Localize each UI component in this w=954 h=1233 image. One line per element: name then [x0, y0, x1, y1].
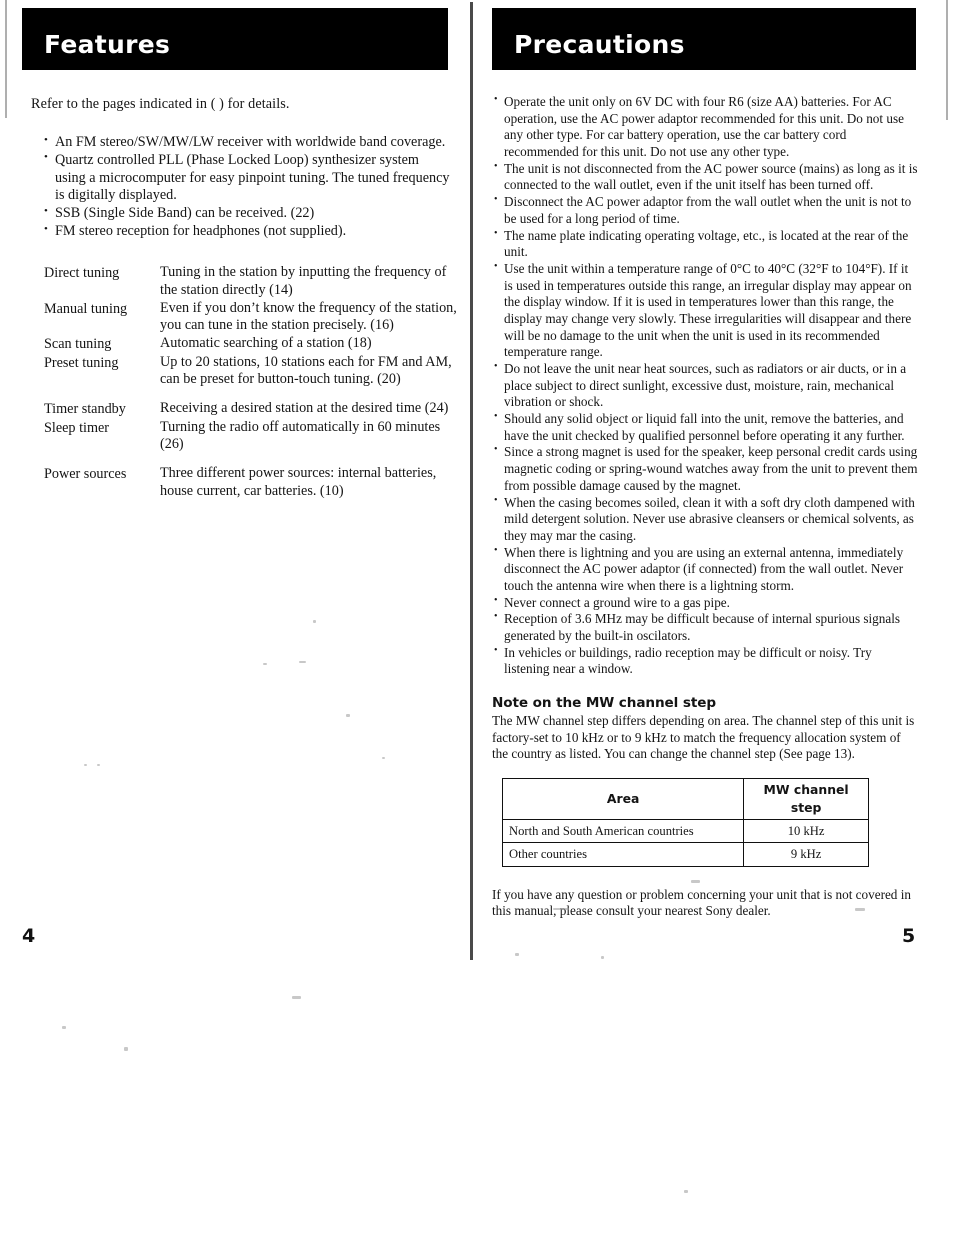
precautions-bullet-list: Operate the unit only on 6V DC with four…: [494, 94, 920, 678]
definition-term: Direct tuning: [44, 264, 120, 281]
table-row: Sleep timer Turning the radio off automa…: [44, 419, 464, 455]
scan-speck: [263, 663, 267, 665]
table-row: Manual tuning Even if you don’t know the…: [44, 300, 464, 336]
manual-page-spread: Features Refer to the pages indicated in…: [0, 0, 954, 1233]
definition-term: Sleep timer: [44, 419, 110, 436]
definition-description: Up to 20 stations, 10 stations each for …: [160, 353, 452, 388]
table-row: Timer standby Receiving a desired statio…: [44, 400, 464, 418]
definition-description: Three different power sources: internal …: [160, 465, 437, 500]
mw-channel-step-table: Area MW channel step North and South Ame…: [501, 778, 869, 867]
scan-speck: [684, 1190, 688, 1193]
list-item: Do not leave the unit near heat sources,…: [494, 361, 920, 411]
scan-speck: [382, 757, 385, 759]
definition-term: Scan tuning: [44, 336, 112, 353]
features-heading: Features: [44, 29, 171, 59]
scan-speck: [124, 1047, 128, 1051]
list-item: The name plate indicating operating volt…: [494, 228, 920, 261]
scan-speck: [346, 714, 350, 717]
cell-area: North and South American countries: [501, 819, 745, 844]
list-item: When the casing becomes soiled, clean it…: [494, 495, 920, 545]
left-page-column: Features Refer to the pages indicated in…: [22, 0, 457, 501]
scan-speck: [84, 764, 87, 766]
list-item: Never connect a ground wire to a gas pip…: [494, 595, 920, 612]
scan-speck: [292, 996, 301, 999]
right-edge-rule: [946, 0, 948, 120]
scan-speck: [313, 620, 316, 623]
table-row: Preset tuning Up to 20 stations, 10 stat…: [44, 354, 464, 390]
scan-speck: [515, 953, 519, 956]
column-header-area: Area: [501, 778, 745, 821]
cell-step: 10 kHz: [743, 819, 869, 844]
list-item: In vehicles or buildings, radio receptio…: [494, 645, 920, 678]
definition-description: Receiving a desired station at the desir…: [160, 400, 449, 417]
list-item: The unit is not disconnected from the AC…: [494, 161, 920, 194]
table-row: Direct tuning Tuning in the station by i…: [44, 264, 464, 300]
mw-channel-step-note-paragraph: The MW channel step differs depending on…: [492, 713, 915, 762]
table-row: North and South American countries 10 kH…: [501, 819, 869, 844]
features-section-bar: Features: [22, 8, 448, 70]
scan-speck: [97, 764, 100, 766]
table-row: Other countries 9 kHz: [501, 842, 869, 867]
list-item: An FM stereo/SW/MW/LW receiver with worl…: [44, 134, 452, 152]
mw-channel-step-note-heading: Note on the MW channel step: [492, 695, 717, 712]
column-header-mw-channel-step: MW channel step: [743, 778, 869, 821]
precautions-section-bar: Precautions: [492, 8, 916, 70]
table-row: Scan tuning Automatic searching of a sta…: [44, 335, 464, 353]
definition-description: Automatic searching of a station (18): [160, 335, 372, 352]
features-intro-text: Refer to the pages indicated in ( ) for …: [31, 96, 290, 112]
definition-term: Manual tuning: [44, 300, 128, 317]
scan-speck: [601, 956, 604, 959]
cell-area: Other countries: [501, 842, 745, 867]
scan-speck: [553, 908, 569, 910]
right-page-column: Precautions Operate the unit only on 6V …: [492, 0, 920, 920]
scan-speck: [855, 908, 865, 911]
list-item: Use the unit within a temperature range …: [494, 261, 920, 361]
column-divider: [470, 2, 473, 960]
list-item: Since a strong magnet is used for the sp…: [494, 444, 920, 494]
closing-paragraph: If you have any question or problem conc…: [492, 886, 911, 919]
list-item: Disconnect the AC power adaptor from the…: [494, 194, 920, 227]
list-item: Reception of 3.6 MHz may be difficult be…: [494, 611, 920, 644]
page-number-left: 4: [22, 925, 36, 947]
list-item: Should any solid object or liquid fall i…: [494, 411, 920, 444]
definition-term: Power sources: [44, 466, 127, 483]
definition-term: Preset tuning: [44, 354, 119, 371]
cell-step: 9 kHz: [743, 842, 869, 867]
list-item: FM stereo reception for headphones (not …: [44, 223, 452, 241]
table-row: Power sources Three different power sour…: [44, 465, 464, 501]
tuning-feature-definition-list: Direct tuning Tuning in the station by i…: [44, 264, 464, 501]
list-item: When there is lightning and you are usin…: [494, 545, 920, 595]
list-item: Operate the unit only on 6V DC with four…: [494, 94, 920, 161]
scan-speck: [691, 880, 700, 883]
table-header-row: Area MW channel step: [501, 778, 869, 821]
definition-description: Tuning in the station by inputting the f…: [160, 263, 447, 298]
page-number-right: 5: [902, 925, 916, 947]
features-bullet-list: An FM stereo/SW/MW/LW receiver with worl…: [44, 134, 452, 241]
precautions-heading: Precautions: [514, 29, 685, 59]
scan-speck: [62, 1026, 66, 1029]
scan-speck: [299, 661, 306, 663]
definition-description: Even if you don’t know the frequency of …: [160, 299, 457, 334]
definition-description: Turning the radio off automatically in 6…: [160, 418, 441, 453]
list-item: SSB (Single Side Band) can be received. …: [44, 205, 452, 223]
left-edge-rule: [5, 0, 7, 118]
list-item: Quartz controlled PLL (Phase Locked Loop…: [44, 151, 452, 205]
definition-term: Timer standby: [44, 401, 126, 418]
